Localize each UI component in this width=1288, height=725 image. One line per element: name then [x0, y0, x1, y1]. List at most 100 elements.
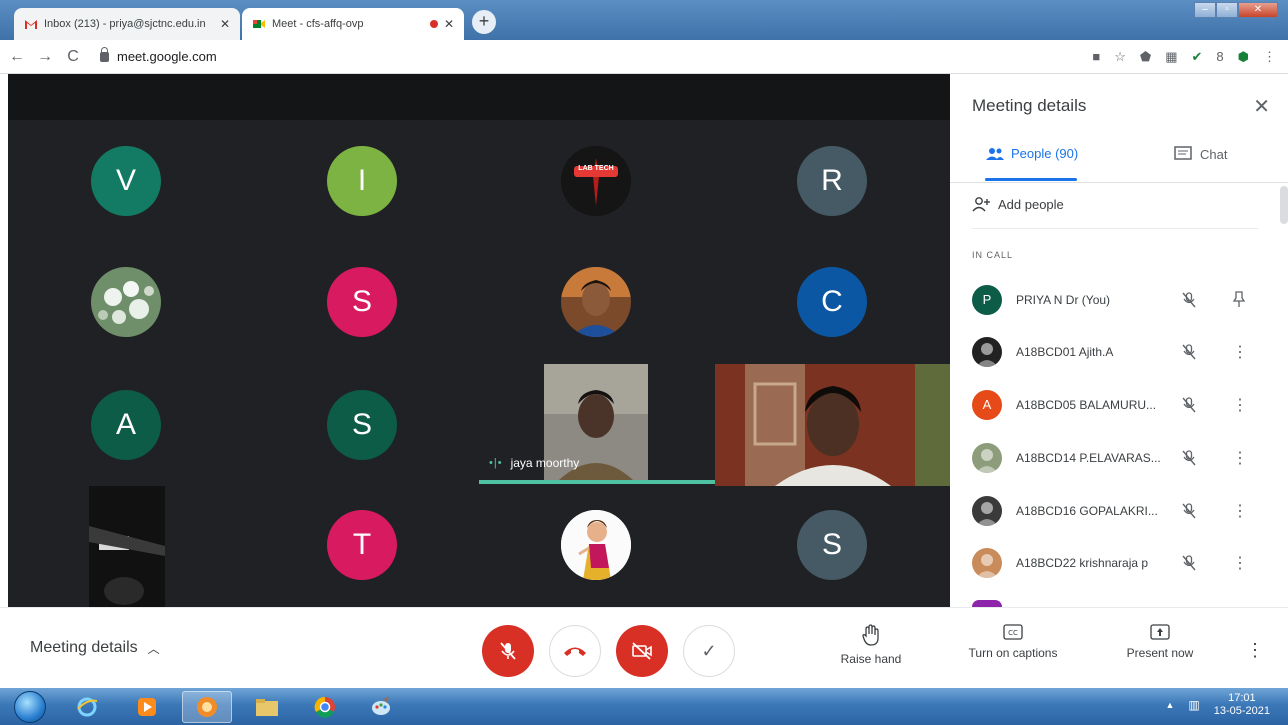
paint-taskbar-icon[interactable] — [356, 691, 406, 723]
tab-people[interactable]: People (90) — [985, 146, 1078, 161]
muted-mic-icon — [1180, 343, 1198, 366]
participant-avatar — [972, 496, 1002, 526]
tab-meet[interactable]: Meet - cfs-affq-ovp ✕ — [242, 8, 464, 40]
paint-icon — [372, 697, 390, 715]
more-icon[interactable]: ⋮ — [1232, 553, 1248, 573]
orange-app-icon — [197, 697, 217, 717]
chrome-icon — [314, 696, 335, 718]
participant-tile[interactable]: LAB TECH — [561, 146, 631, 216]
close-tab-icon[interactable]: ✕ — [220, 17, 230, 31]
address-bar: ← → C meet.google.com ■ ☆ ⬟ ▦ ✔ 8 ⬢ ⋮ — [0, 40, 1288, 74]
participant-row[interactable]: A18BCD14 P.ELAVARAS... ⋮ — [972, 442, 1272, 474]
participant-tile[interactable] — [561, 267, 631, 337]
mic-off-icon — [500, 642, 516, 660]
star-icon[interactable]: ☆ — [1114, 49, 1126, 65]
captions-button[interactable]: CC Turn on captions — [960, 624, 1066, 660]
check-icon[interactable]: ✔ — [1192, 49, 1203, 65]
avatar-letter: V — [115, 164, 136, 197]
leave-call-button[interactable] — [549, 625, 601, 677]
present-label: Present now — [1126, 646, 1194, 660]
clock[interactable]: 17:01 13-05-2021 — [1214, 692, 1270, 718]
tray-expand-icon[interactable]: ▲ — [1165, 700, 1174, 710]
add-people-button[interactable]: Add people — [972, 196, 1064, 212]
forward-icon[interactable]: → — [34, 48, 56, 66]
app-taskbar-icon[interactable] — [182, 691, 232, 723]
participant-tile[interactable]: R — [797, 146, 867, 216]
lab-tech-logo — [561, 146, 631, 216]
extension-shield-icon[interactable]: ⬢ — [1238, 49, 1249, 65]
participant-name: A18BCD01 Ajith.A — [1016, 345, 1114, 359]
reload-icon[interactable]: C — [62, 48, 84, 66]
tab-gmail[interactable]: Inbox (213) - priya@sjctnc.edu.in ✕ — [14, 8, 240, 40]
camera-toggle-button[interactable] — [616, 625, 668, 677]
host-video-tile[interactable] — [715, 364, 950, 486]
microphone-toggle-button[interactable] — [482, 625, 534, 677]
participant-row[interactable]: A18BCD16 GOPALAKRI... ⋮ — [972, 495, 1272, 527]
url-field[interactable]: meet.google.com — [100, 46, 217, 64]
minimize-icon[interactable]: – — [1194, 2, 1216, 18]
profile-icon[interactable]: 8 — [1216, 49, 1223, 65]
clock-time: 17:01 — [1228, 692, 1256, 704]
participant-tile[interactable]: C — [797, 267, 867, 337]
confirm-button[interactable]: ✓ — [683, 625, 735, 677]
participant-tile[interactable] — [561, 510, 631, 580]
participant-row[interactable]: A18BCD22 krishnaraja p ⋮ — [972, 547, 1272, 579]
participant-tile[interactable]: I — [327, 146, 397, 216]
back-icon[interactable]: ← — [6, 48, 28, 66]
maximize-icon[interactable]: ▫ — [1216, 2, 1238, 18]
pin-icon[interactable] — [1232, 290, 1246, 313]
raise-hand-button[interactable]: Raise hand — [836, 624, 906, 666]
dark-room-video-frame — [89, 486, 165, 607]
speaker-video-tile[interactable]: •|• jaya moorthy — [479, 364, 715, 480]
participant-name: A18BCD05 BALAMURU... — [1016, 398, 1157, 412]
partial-avatar — [972, 600, 1002, 607]
grid-icon[interactable]: ▦ — [1165, 49, 1177, 65]
ie-taskbar-icon[interactable] — [62, 691, 112, 723]
tab-chat[interactable]: Chat — [1174, 146, 1227, 162]
add-person-icon — [972, 197, 990, 212]
more-options-icon[interactable]: ⋮ — [1246, 640, 1264, 661]
participant-avatar — [972, 337, 1002, 367]
participant-video-tile[interactable] — [89, 486, 165, 607]
shield-icon[interactable]: ⬟ — [1140, 49, 1151, 65]
participant-tile[interactable]: T — [327, 510, 397, 580]
participant-row[interactable]: A A18BCD05 BALAMURU... ⋮ — [972, 389, 1272, 421]
more-icon[interactable]: ⋮ — [1232, 501, 1248, 521]
more-icon[interactable]: ⋮ — [1232, 395, 1248, 415]
explorer-taskbar-icon[interactable] — [242, 691, 292, 723]
participant-tile[interactable]: S — [327, 390, 397, 460]
close-tab-icon[interactable]: ✕ — [444, 17, 454, 31]
more-icon[interactable]: ⋮ — [1232, 448, 1248, 468]
lock-icon — [100, 46, 109, 62]
close-window-icon[interactable]: ✕ — [1238, 2, 1278, 18]
muted-mic-icon — [1180, 554, 1198, 577]
participant-tile[interactable]: S — [797, 510, 867, 580]
participant-row[interactable]: P PRIYA N Dr (You) — [972, 284, 1272, 316]
call-controls-bar: Meeting details ︿ ✓ Raise hand CC Turn o… — [0, 607, 1288, 688]
more-icon[interactable]: ⋮ — [1232, 342, 1248, 362]
participant-tile[interactable]: A — [91, 390, 161, 460]
participant-row[interactable]: A18BCD01 Ajith.A ⋮ — [972, 336, 1272, 368]
meeting-details-toggle[interactable]: Meeting details ︿ — [30, 639, 160, 657]
participant-tile[interactable] — [91, 267, 161, 337]
media-player-icon — [138, 698, 156, 716]
present-now-button[interactable]: Present now — [1122, 624, 1198, 660]
start-button[interactable] — [14, 691, 46, 723]
avatar-letter: S — [351, 285, 372, 318]
camera-icon[interactable]: ■ — [1092, 49, 1100, 65]
avatar-letter: R — [821, 164, 843, 197]
chrome-taskbar-icon[interactable] — [300, 691, 350, 723]
new-tab-button[interactable]: + — [472, 10, 496, 34]
participant-name: A18BCD22 krishnaraja p — [1016, 556, 1149, 570]
menu-icon[interactable]: ⋮ — [1263, 49, 1276, 65]
participant-tile[interactable]: S — [327, 267, 397, 337]
media-player-taskbar-icon[interactable] — [122, 691, 172, 723]
meeting-details-label: Meeting details — [30, 639, 138, 656]
window-controls: – ▫ ✕ — [1194, 2, 1278, 18]
speaking-indicator-icon: •|• — [489, 457, 503, 469]
participant-tile[interactable]: V — [91, 146, 161, 216]
hang-up-icon — [564, 647, 586, 656]
panel-scrollbar[interactable] — [1280, 186, 1288, 224]
network-icon[interactable]: ▥ — [1188, 698, 1199, 712]
close-panel-icon[interactable]: ✕ — [1253, 94, 1270, 119]
